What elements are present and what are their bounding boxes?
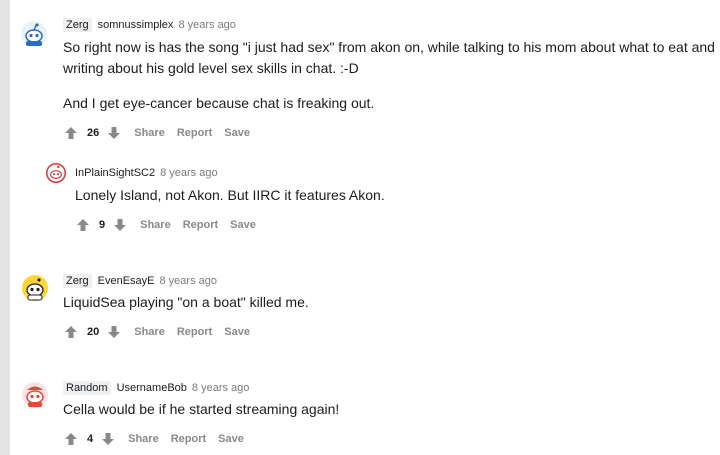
- comment-body: Cella would be if he started streaming a…: [63, 399, 713, 420]
- arrow-up-icon[interactable]: [63, 125, 79, 141]
- user-flair: Zerg: [63, 274, 92, 288]
- arrow-down-icon[interactable]: [112, 217, 128, 233]
- share-button[interactable]: Share: [128, 433, 159, 445]
- comment-body: So right now is has the song "i just had…: [63, 37, 715, 114]
- username-link[interactable]: UsernameBob: [117, 382, 187, 394]
- user-flair: Random: [63, 381, 111, 395]
- report-button[interactable]: Report: [171, 433, 206, 445]
- vote-score: 26: [87, 127, 100, 139]
- share-button[interactable]: Share: [134, 326, 165, 338]
- comment-paragraph: Lonely Island, not Akon. But IIRC it fea…: [75, 187, 385, 203]
- username-link[interactable]: InPlainSightSC2: [75, 167, 155, 179]
- share-button[interactable]: Share: [140, 219, 171, 231]
- comment-actions: 9 Share Report Save: [75, 217, 256, 233]
- save-button[interactable]: Save: [224, 127, 250, 139]
- username-link[interactable]: EvenEsayE: [98, 275, 155, 287]
- comment-actions: 4 Share Report Save: [63, 431, 244, 447]
- arrow-down-icon[interactable]: [106, 324, 122, 340]
- vote-score: 20: [87, 326, 100, 338]
- comment-meta: Random UsernameBob 8 years ago: [63, 381, 249, 395]
- arrow-up-icon[interactable]: [63, 324, 79, 340]
- arrow-up-icon[interactable]: [63, 431, 79, 447]
- timestamp[interactable]: 8 years ago: [160, 167, 217, 179]
- vote-score: 9: [99, 219, 106, 231]
- comment-meta: Zerg EvenEsayE 8 years ago: [63, 274, 217, 288]
- user-flair: Zerg: [63, 18, 92, 32]
- comment-paragraph: So right now is has the song "i just had…: [63, 39, 715, 76]
- arrow-down-icon[interactable]: [100, 431, 116, 447]
- snoo-avatar-icon[interactable]: [46, 163, 66, 183]
- timestamp[interactable]: 8 years ago: [192, 382, 249, 394]
- comment-actions: 26 Share Report Save: [63, 125, 250, 141]
- timestamp[interactable]: 8 years ago: [178, 19, 235, 31]
- snoo-avatar-icon[interactable]: [21, 21, 47, 47]
- snoo-avatar-icon[interactable]: [22, 382, 48, 408]
- comment-body: Lonely Island, not Akon. But IIRC it fea…: [75, 185, 705, 206]
- comment-meta: InPlainSightSC2 8 years ago: [75, 167, 218, 179]
- save-button[interactable]: Save: [224, 326, 250, 338]
- arrow-down-icon[interactable]: [106, 125, 122, 141]
- comment-meta: Zerg somnussimplex 8 years ago: [63, 18, 236, 32]
- timestamp[interactable]: 8 years ago: [160, 275, 217, 287]
- save-button[interactable]: Save: [230, 219, 256, 231]
- report-button[interactable]: Report: [177, 326, 212, 338]
- arrow-up-icon[interactable]: [75, 217, 91, 233]
- snoo-avatar-icon[interactable]: [22, 275, 48, 301]
- comment-body: LiquidSea playing "on a boat" killed me.: [63, 292, 713, 313]
- comment-paragraph: LiquidSea playing "on a boat" killed me.: [63, 294, 309, 310]
- comment-paragraph: And I get eye-cancer because chat is fre…: [63, 95, 375, 111]
- report-button[interactable]: Report: [177, 127, 212, 139]
- save-button[interactable]: Save: [218, 433, 244, 445]
- vote-score: 4: [87, 433, 94, 445]
- comment-paragraph: Cella would be if he started streaming a…: [63, 401, 340, 417]
- username-link[interactable]: somnussimplex: [98, 19, 174, 31]
- report-button[interactable]: Report: [183, 219, 218, 231]
- comment-actions: 20 Share Report Save: [63, 324, 250, 340]
- thread-line[interactable]: [0, 0, 10, 455]
- share-button[interactable]: Share: [134, 127, 165, 139]
